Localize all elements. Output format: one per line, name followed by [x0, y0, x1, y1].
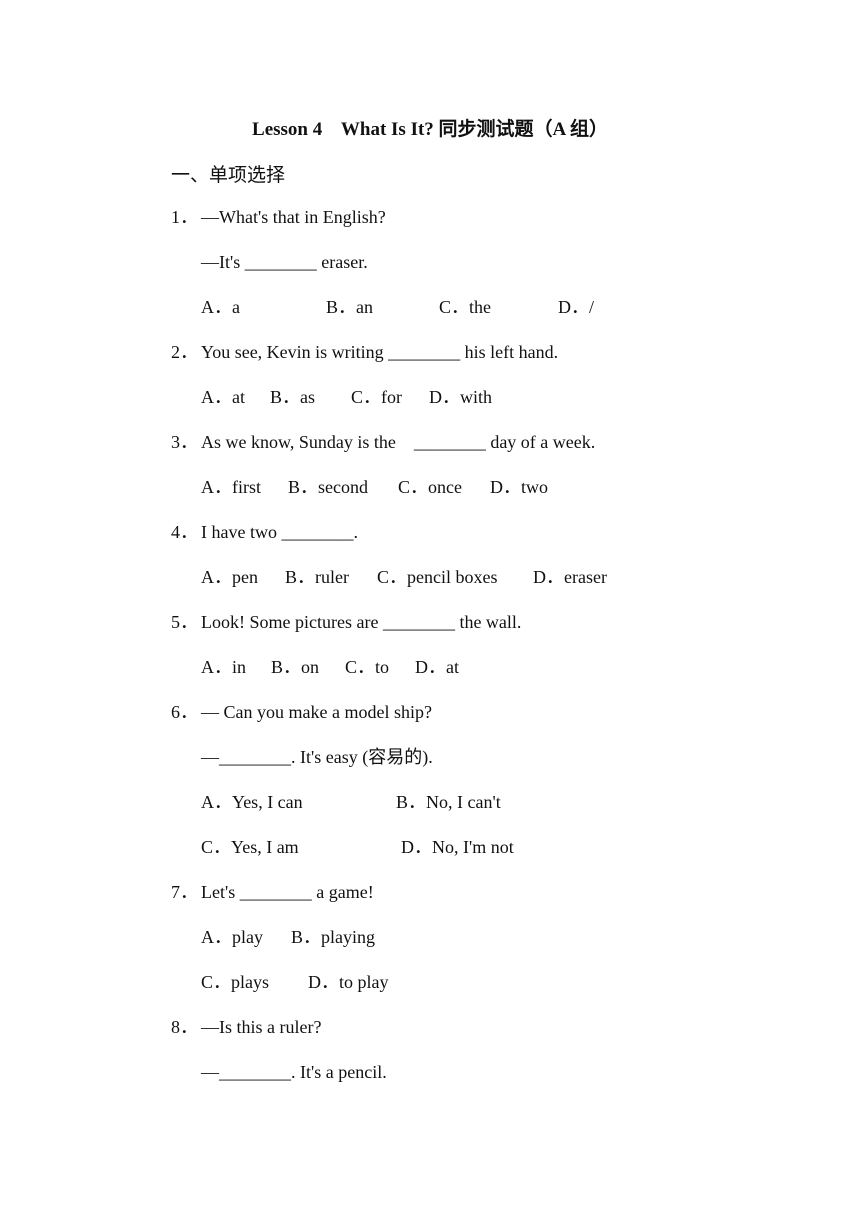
question-text: —________. It's easy (容易的).	[201, 747, 433, 767]
option-d[interactable]: D．with	[429, 386, 492, 408]
question-text: —________. It's a pencil.	[201, 1062, 387, 1082]
option-a[interactable]: A．play	[201, 926, 263, 948]
question-number: 3．	[171, 432, 198, 452]
question-text: Look! Some pictures are ________ the wal…	[201, 612, 522, 632]
option-b[interactable]: B．No, I can't	[396, 791, 501, 813]
question-text: —It's ________ eraser.	[201, 252, 368, 272]
question-text: —What's that in English?	[201, 207, 386, 227]
question-text: I have two ________.	[201, 522, 358, 542]
question-number: 1．	[171, 207, 198, 227]
option-c[interactable]: C．for	[351, 386, 402, 408]
question-number: 5．	[171, 612, 198, 632]
option-a[interactable]: A．Yes, I can	[201, 791, 303, 813]
question-text: You see, Kevin is writing ________ his l…	[201, 342, 559, 362]
option-d[interactable]: D．/	[558, 296, 594, 318]
question-number: 8．	[171, 1017, 198, 1037]
option-b[interactable]: B．ruler	[285, 566, 349, 588]
question-number: 4．	[171, 522, 198, 542]
option-b[interactable]: B．an	[326, 296, 373, 318]
option-a[interactable]: A．in	[201, 656, 246, 678]
option-d[interactable]: D．to play	[308, 971, 389, 993]
section-heading: 一、单项选择	[171, 164, 286, 186]
question-text: — Can you make a model ship?	[201, 702, 432, 722]
option-c[interactable]: C．to	[345, 656, 389, 678]
option-c[interactable]: C．the	[439, 296, 491, 318]
question-number: 2．	[171, 342, 198, 362]
option-a[interactable]: A．at	[201, 386, 245, 408]
question-number: 6．	[171, 702, 198, 722]
option-d[interactable]: D．two	[490, 476, 548, 498]
option-a[interactable]: A．first	[201, 476, 261, 498]
option-c[interactable]: C．plays	[201, 971, 269, 993]
page-title: Lesson 4 What Is It? 同步测试题（A 组）	[252, 119, 608, 140]
option-d[interactable]: D．eraser	[533, 566, 607, 588]
option-d[interactable]: D．at	[415, 656, 459, 678]
option-c[interactable]: C．once	[398, 476, 462, 498]
question-text: Let's ________ a game!	[201, 882, 374, 902]
option-b[interactable]: B．on	[271, 656, 319, 678]
question-number: 7．	[171, 882, 198, 902]
question-text: As we know, Sunday is the ________ day o…	[201, 432, 596, 452]
option-a[interactable]: A．a	[201, 296, 240, 318]
option-c[interactable]: C．Yes, I am	[201, 836, 299, 858]
option-c[interactable]: C．pencil boxes	[377, 566, 497, 588]
option-d[interactable]: D．No, I'm not	[401, 836, 514, 858]
option-a[interactable]: A．pen	[201, 566, 258, 588]
option-b[interactable]: B．playing	[291, 926, 375, 948]
option-b[interactable]: B．second	[288, 476, 368, 498]
option-b[interactable]: B．as	[270, 386, 315, 408]
question-text: —Is this a ruler?	[201, 1017, 322, 1037]
